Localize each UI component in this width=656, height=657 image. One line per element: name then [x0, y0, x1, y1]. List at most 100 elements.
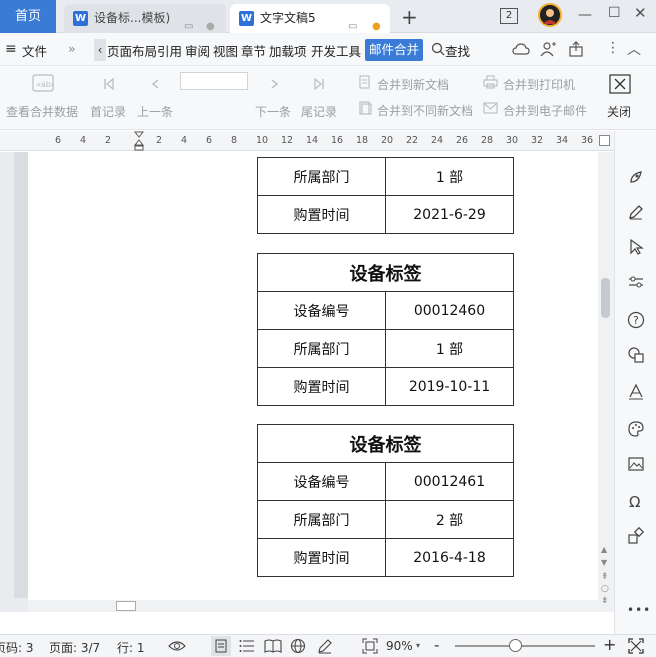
eye-protection-icon[interactable]	[168, 639, 186, 653]
zoom-slider-handle[interactable]	[509, 639, 522, 652]
indent-marker-icon[interactable]	[134, 131, 144, 151]
tab-document-5[interactable]: W 文字文稿5 ▭ ●	[230, 4, 390, 33]
zoom-out-button[interactable]: -	[434, 636, 439, 654]
page-count-status[interactable]: 页面: 3/7	[49, 639, 100, 656]
export-icon[interactable]	[568, 41, 584, 57]
minimize-icon[interactable]: —	[578, 7, 592, 23]
cloud-sync-icon[interactable]	[512, 42, 530, 56]
write-mode-icon[interactable]	[317, 638, 333, 654]
menu-developer[interactable]: 开发工具	[311, 41, 361, 60]
label-value-cell[interactable]: 00012461	[385, 462, 514, 501]
label-value-cell[interactable]: 2019-10-11	[385, 367, 514, 406]
reading-mode-icon[interactable]	[264, 639, 282, 653]
next-page-icon[interactable]: ⇟	[601, 596, 609, 606]
palette-icon[interactable]	[627, 420, 645, 438]
label-value-cell[interactable]: 1 部	[385, 157, 514, 196]
label-key-cell[interactable]: 设备编号	[257, 462, 386, 501]
label-title-cell[interactable]: 设备标签	[257, 424, 514, 463]
document-page[interactable]: 所属部门 1 部 购置时间 2021-6-29 设备标签 设备编号 000124…	[28, 152, 600, 600]
shapes-icon[interactable]	[627, 346, 645, 364]
cursor-icon[interactable]	[627, 238, 645, 256]
ruler-toggle-icon[interactable]	[599, 135, 610, 146]
close-window-icon[interactable]: ✕	[634, 4, 647, 22]
merge-email-button[interactable]: 合并到电子邮件	[503, 102, 587, 119]
first-record-button[interactable]: 首记录	[90, 103, 126, 120]
record-number-input[interactable]	[180, 72, 248, 90]
menu-page-layout[interactable]: 页面布局	[107, 41, 157, 60]
search-label[interactable]: 查找	[445, 41, 470, 60]
fullscreen-icon[interactable]	[628, 638, 644, 654]
next-record-button[interactable]: 下一条	[255, 103, 291, 120]
horizontal-scroll-thumb[interactable]	[116, 601, 136, 611]
label-key-cell[interactable]: 所属部门	[257, 500, 386, 539]
window-count-badge[interactable]: 2	[500, 8, 518, 24]
menu-mail-merge[interactable]: 邮件合并	[365, 39, 423, 61]
pen-icon[interactable]	[627, 203, 645, 221]
label-value-cell[interactable]: 2016-4-18	[385, 538, 514, 577]
label-value-cell[interactable]: 2 部	[385, 500, 514, 539]
prev-page-icon[interactable]: ⇞	[601, 572, 609, 582]
avatar[interactable]	[538, 3, 562, 27]
label-value-cell[interactable]: 2021-6-29	[385, 195, 514, 234]
label-key-cell[interactable]: 所属部门	[257, 157, 386, 196]
label-title-cell[interactable]: 设备标签	[257, 253, 514, 292]
monitor-icon: ▭	[184, 21, 194, 32]
scroll-up-icon[interactable]: ▲	[601, 545, 607, 554]
adjust-sliders-icon[interactable]	[627, 273, 645, 291]
label-key-cell[interactable]: 所属部门	[257, 329, 386, 368]
merge-different-doc-button[interactable]: 合并到不同新文档	[377, 102, 473, 119]
label-value-cell[interactable]: 1 部	[385, 329, 514, 368]
horizontal-ruler[interactable]: 6 4 2 2 4 6 8 10 12 14 16 18 20 22 24 26 28 30 32 34 36	[0, 131, 614, 151]
maximize-icon[interactable]: ☐	[608, 5, 621, 21]
help-icon[interactable]: ?	[627, 311, 645, 329]
vertical-scrollbar[interactable]: ▲ ▼ ⇞ ○ ⇟	[598, 152, 614, 612]
menu-review[interactable]: 审阅	[185, 41, 210, 60]
previous-record-button[interactable]: 上一条	[137, 103, 173, 120]
label-key-cell[interactable]: 设备编号	[257, 291, 386, 330]
more-tools-icon[interactable]: •••	[627, 603, 651, 617]
image-icon[interactable]	[627, 455, 645, 473]
share-user-icon[interactable]	[540, 41, 556, 57]
label-key-cell[interactable]: 购置时间	[257, 195, 386, 234]
merge-printer-button[interactable]: 合并到打印机	[503, 76, 575, 93]
label-key-cell[interactable]: 购置时间	[257, 367, 386, 406]
rocket-icon[interactable]	[627, 168, 645, 186]
page-number-status[interactable]: 页码: 3	[0, 639, 34, 656]
menu-references[interactable]: 引用	[157, 41, 182, 60]
hamburger-icon[interactable]: ≡	[5, 41, 17, 57]
close-merge-button[interactable]: 关闭	[607, 103, 631, 120]
select-browse-object-icon[interactable]: ○	[601, 584, 609, 594]
menu-file[interactable]: 文件	[22, 41, 47, 60]
web-view-icon[interactable]	[290, 638, 306, 654]
view-merge-data-button[interactable]: 查看合并数据	[6, 103, 78, 120]
menu-addins[interactable]: 加载项	[269, 41, 307, 60]
line-status[interactable]: 行: 1	[117, 639, 145, 656]
zoom-level[interactable]: 90%	[386, 639, 413, 653]
collapse-ribbon-icon[interactable]: ︿	[627, 39, 641, 59]
outline-view-icon[interactable]	[239, 639, 255, 653]
label-value-cell[interactable]: 00012460	[385, 291, 514, 330]
menu-section[interactable]: 章节	[241, 41, 266, 60]
zoom-in-button[interactable]: +	[603, 635, 616, 654]
menu-view[interactable]: 视图	[213, 41, 238, 60]
text-style-icon[interactable]	[627, 383, 645, 401]
tab-document-template[interactable]: W 设备标...模板) ▭ ●	[64, 4, 226, 33]
more-options-icon[interactable]: ⋮	[606, 40, 620, 56]
plugins-icon[interactable]	[627, 527, 645, 545]
search-icon[interactable]	[431, 42, 445, 56]
zoom-dropdown-icon[interactable]: ▾	[416, 641, 420, 650]
menu-expand-icon[interactable]: »	[68, 41, 76, 56]
vertical-scroll-thumb[interactable]	[601, 278, 610, 318]
zoom-slider-track[interactable]	[455, 645, 595, 647]
page-view-icon[interactable]	[211, 636, 231, 656]
scroll-down-icon[interactable]: ▼	[601, 558, 607, 567]
menu-scroll-left-icon[interactable]: ‹	[94, 39, 106, 61]
fit-page-icon[interactable]	[362, 638, 378, 654]
omega-symbol-icon[interactable]: Ω	[627, 492, 645, 510]
new-tab-button[interactable]: +	[401, 5, 418, 29]
horizontal-scrollbar[interactable]	[28, 600, 600, 612]
label-key-cell[interactable]: 购置时间	[257, 538, 386, 577]
tab-home[interactable]: 首页	[0, 0, 56, 33]
last-record-button[interactable]: 尾记录	[301, 103, 337, 120]
merge-new-doc-button[interactable]: 合并到新文档	[377, 76, 449, 93]
